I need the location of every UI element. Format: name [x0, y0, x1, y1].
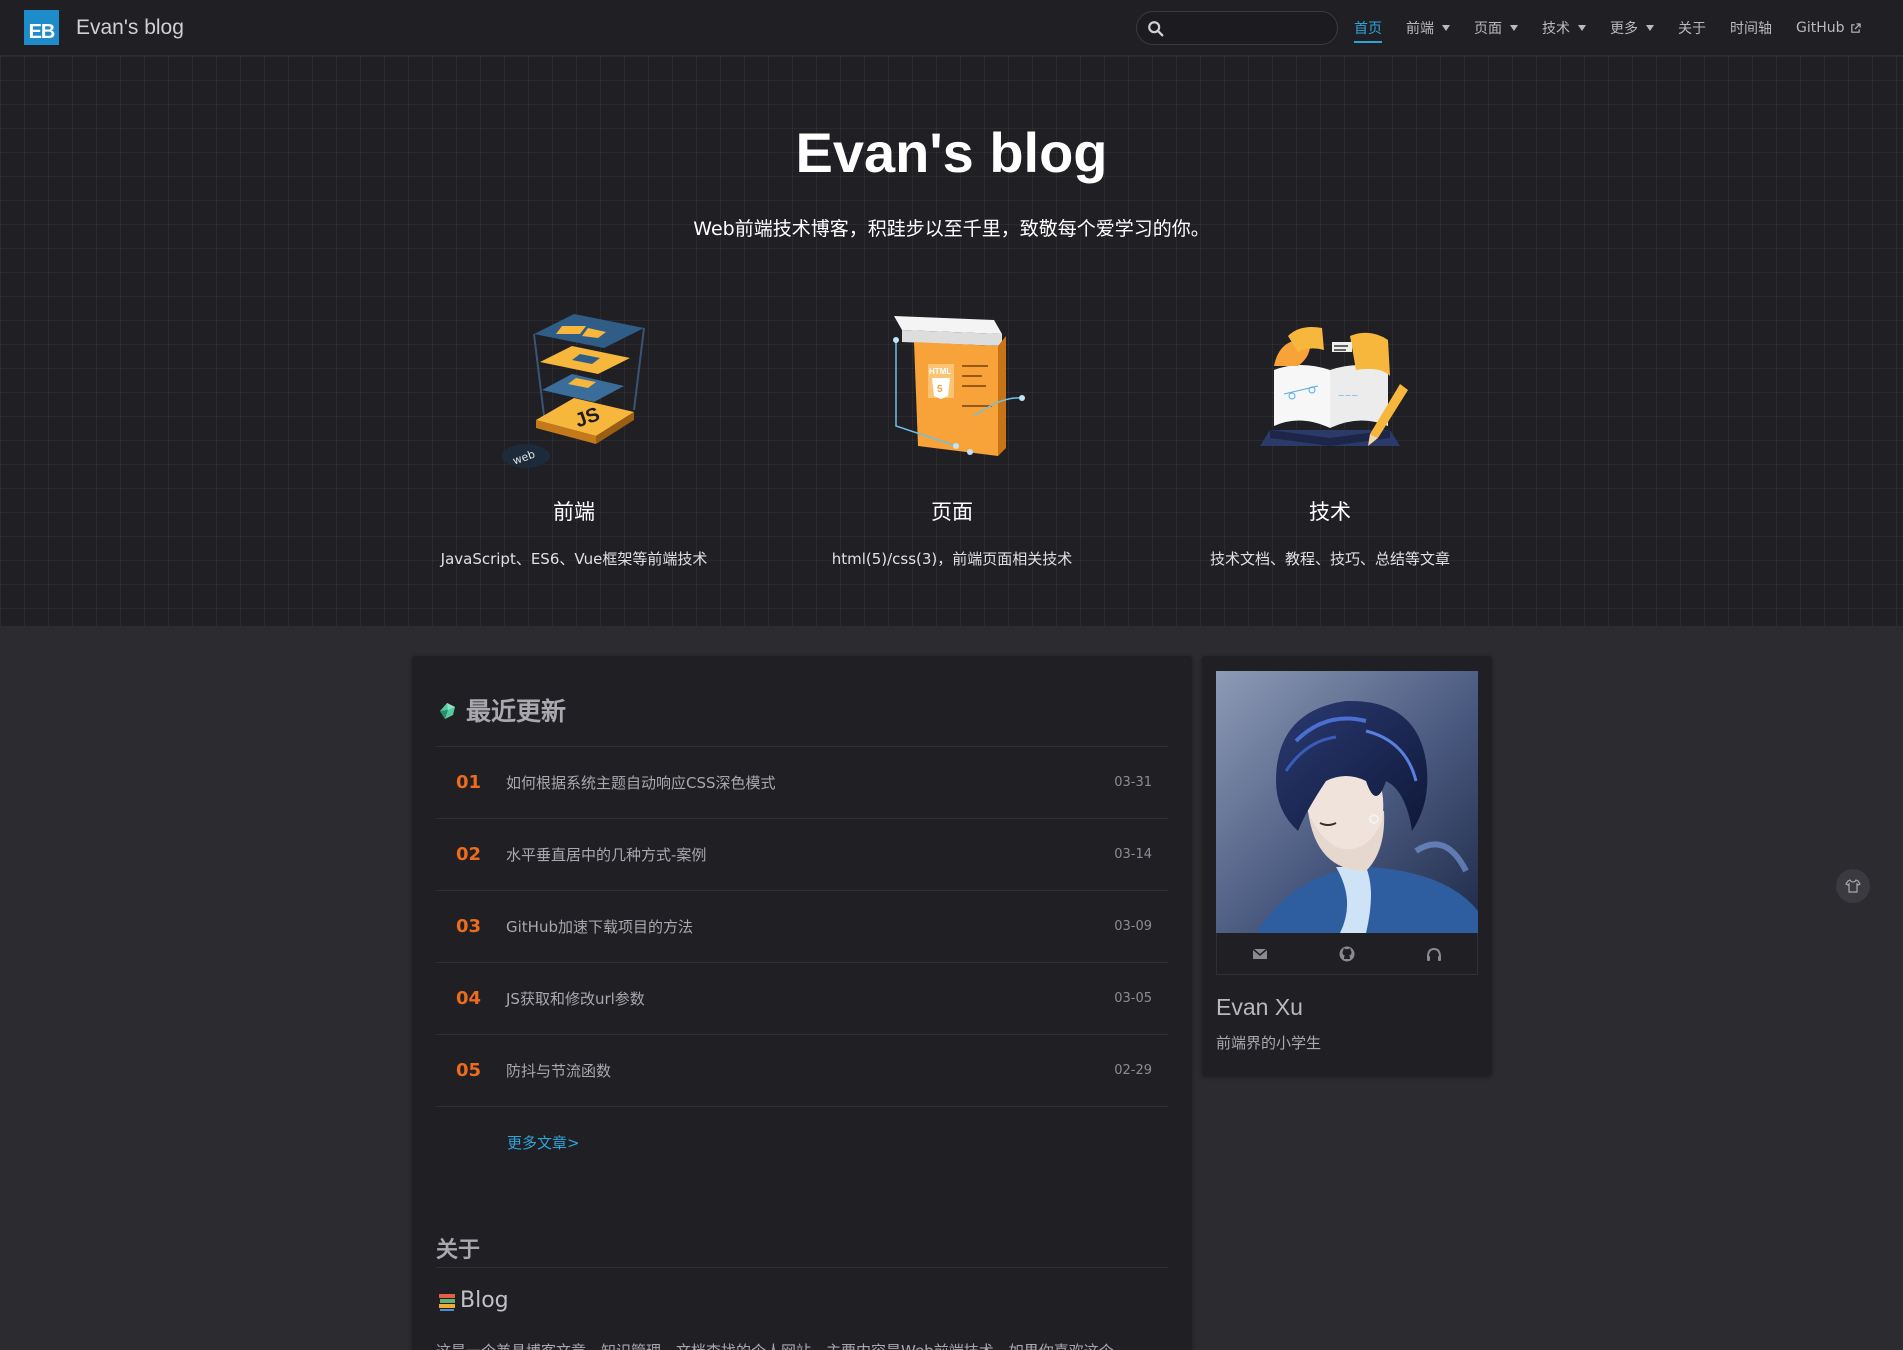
post-row[interactable]: 02 水平垂直居中的几种方式-案例 03-14 [436, 819, 1168, 891]
gem-icon [440, 703, 455, 719]
books-icon [439, 1293, 455, 1311]
post-date: 03-31 [1114, 775, 1152, 790]
avatar-illustration [1216, 671, 1478, 933]
feature-description: JavaScript、ES6、Vue框架等前端技术 [440, 550, 708, 568]
headphones-icon[interactable] [1425, 945, 1443, 963]
svg-text:~~~: ~~~ [1338, 391, 1358, 400]
js-layers-illustration: JS web [502, 314, 645, 468]
nav-item-label: 技术 [1542, 21, 1570, 37]
caret-down-icon [1510, 25, 1518, 31]
feature-title: 页面 [931, 500, 973, 524]
post-title[interactable]: 水平垂直居中的几种方式-案例 [506, 844, 706, 865]
caret-down-icon [1442, 25, 1450, 31]
search-icon [1148, 21, 1164, 37]
navbar: EB Evan's blog 首页 前端 页面 技术 更多 关于 时间轴 Git… [0, 0, 1903, 56]
social-bar [1216, 933, 1478, 975]
recent-section-header: 最近更新 [436, 692, 566, 728]
post-number: 02 [456, 844, 482, 865]
badge-html-text: HTML [929, 367, 951, 376]
post-date: 03-14 [1114, 847, 1152, 862]
nav-item-github[interactable]: GitHub [1796, 0, 1861, 56]
site-logo[interactable]: EB [24, 10, 59, 45]
nav-item-home[interactable]: 首页 [1354, 0, 1382, 56]
post-date: 03-09 [1114, 919, 1152, 934]
post-row[interactable]: 04 JS获取和修改url参数 03-05 [436, 963, 1168, 1035]
feature-title: 前端 [553, 500, 595, 524]
more-articles-link[interactable]: 更多文章> [507, 1132, 580, 1153]
nav-item-frontend[interactable]: 前端 [1406, 0, 1450, 56]
post-row[interactable]: 05 防抖与节流函数 02-29 [436, 1035, 1168, 1107]
post-number: 01 [456, 772, 482, 793]
hero-description: Web前端技术博客，积跬步以至千里，致敬每个爱学习的你。 [693, 218, 1210, 240]
post-number: 05 [456, 1060, 482, 1081]
feature-frontend[interactable]: JS web 前端 JavaScript、ES6、Vue框架等前端技术 [394, 306, 754, 569]
blog-header: Blog [436, 1288, 509, 1313]
feature-description: 技术文档、教程、技巧、总结等文章 [1209, 550, 1450, 568]
avatar [1216, 671, 1478, 933]
nav-item-about[interactable]: 关于 [1678, 0, 1706, 56]
search-box[interactable] [1136, 11, 1338, 45]
search-input[interactable] [1173, 16, 1329, 40]
profile-card: Evan Xu 前端界的小学生 [1202, 656, 1492, 1076]
shirt-icon [1845, 879, 1861, 893]
nav-item-more[interactable]: 更多 [1610, 0, 1654, 56]
post-title[interactable]: JS获取和修改url参数 [506, 988, 645, 1009]
nav-item-label: 时间轴 [1730, 21, 1772, 37]
nav-links: 首页 前端 页面 技术 更多 关于 时间轴 GitHub [1354, 0, 1885, 56]
feature-tech[interactable]: ~~~ 技术 技术文档、教程、技巧、总结等文章 [1150, 306, 1510, 569]
post-title[interactable]: 如何根据系统主题自动响应CSS深色模式 [506, 772, 776, 793]
post-title[interactable]: GitHub加速下载项目的方法 [506, 916, 693, 937]
hero-title: Evan's blog [795, 121, 1108, 184]
caret-down-icon [1646, 25, 1654, 31]
mail-icon[interactable] [1251, 945, 1269, 963]
external-link-icon [1850, 22, 1861, 33]
post-row[interactable]: 01 如何根据系统主题自动响应CSS深色模式 03-31 [436, 747, 1168, 819]
nav-item-label: 更多 [1610, 21, 1638, 37]
nav-item-timeline[interactable]: 时间轴 [1730, 0, 1772, 56]
nav-item-label: 页面 [1474, 21, 1502, 37]
post-date: 02-29 [1114, 1063, 1152, 1078]
github-icon[interactable] [1338, 945, 1356, 963]
post-date: 03-05 [1114, 991, 1152, 1006]
recent-title: 最近更新 [466, 697, 567, 726]
nav-item-label: GitHub [1796, 20, 1845, 36]
post-number: 04 [456, 988, 482, 1009]
feature-title: 技术 [1309, 500, 1351, 524]
html5-page-illustration: HTML 5 [893, 316, 1025, 456]
nav-item-page[interactable]: 页面 [1474, 0, 1518, 56]
nav-item-label: 关于 [1678, 21, 1706, 37]
feature-description: html(5)/css(3)，前端页面相关技术 [831, 550, 1073, 568]
post-row[interactable]: 03 GitHub加速下载项目的方法 03-09 [436, 891, 1168, 963]
main-card: 最近更新 01 如何根据系统主题自动响应CSS深色模式 03-31 02 水平垂… [412, 656, 1192, 1350]
profile-bio: 前端界的小学生 [1216, 1034, 1322, 1052]
hero-section: Evan's blog Web前端技术博客，积跬步以至千里，致敬每个爱学习的你。… [0, 56, 1903, 626]
svg-text:5: 5 [937, 384, 943, 395]
post-list: 01 如何根据系统主题自动响应CSS深色模式 03-31 02 水平垂直居中的几… [436, 746, 1168, 1107]
post-number: 03 [456, 916, 482, 937]
open-book-illustration: ~~~ [1260, 327, 1408, 446]
caret-down-icon [1578, 25, 1586, 31]
nav-item-label: 前端 [1406, 21, 1434, 37]
about-text: 这是一个兼具博客文章、知识管理、文档查找的个人网站，主要内容是Web前端技术。如… [436, 1340, 1168, 1350]
site-name[interactable]: Evan's blog [76, 16, 184, 40]
profile-name: Evan Xu [1216, 994, 1303, 1020]
nav-item-tech[interactable]: 技术 [1542, 0, 1586, 56]
nav-item-label: 首页 [1354, 21, 1382, 37]
theme-toggle-button[interactable] [1836, 869, 1870, 903]
about-title: 关于 [436, 1232, 1168, 1268]
blog-title: Blog [460, 1288, 509, 1313]
post-title[interactable]: 防抖与节流函数 [506, 1060, 611, 1081]
feature-page[interactable]: HTML 5 页面 html(5)/css(3)，前端页面相关技术 [772, 306, 1132, 569]
